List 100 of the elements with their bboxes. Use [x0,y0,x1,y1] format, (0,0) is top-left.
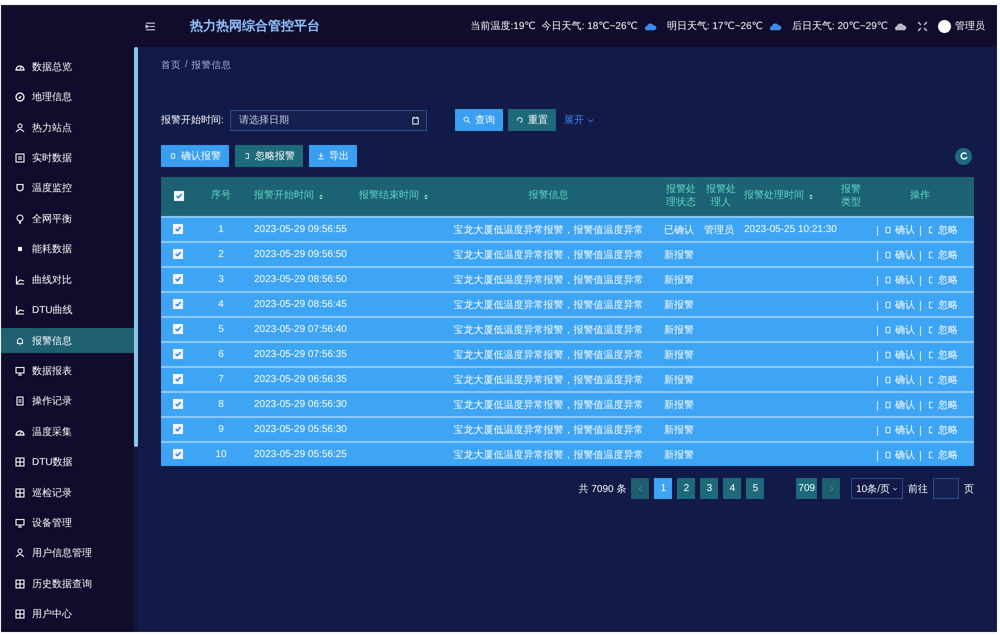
clipboard-icon [884,450,892,458]
table-cell: 3 [218,274,224,285]
table-cell: 8 [218,399,224,410]
checkbox[interactable] [173,424,183,434]
checkbox[interactable] [173,224,183,234]
reset-button[interactable]: 重置 [508,109,556,131]
page-size-select[interactable]: 10条/页 [851,478,903,499]
column-header: 序号 [211,190,231,203]
sidebar-item[interactable]: 实时数据 [1,145,134,171]
table-cell: 2023-05-29 05:56:30 [254,424,347,435]
compass-icon [15,92,25,102]
sort-icon[interactable] [318,192,324,200]
avatar[interactable] [938,20,951,32]
action-button[interactable]: 忽略报警 [235,145,303,167]
checkbox[interactable] [173,274,183,284]
prev-page-button[interactable] [631,478,650,499]
refresh-button[interactable] [955,148,972,164]
page-button[interactable]: 2 [677,478,696,499]
clipboard-icon [169,152,177,160]
checkbox[interactable] [173,449,183,460]
bracket-icon [927,376,935,384]
total-count: 共 7090 条 [578,482,626,496]
sidebar-item[interactable]: 巡检记录 [1,480,134,506]
table-cell: 2023-05-29 08:56:50 [254,274,347,285]
expand-link[interactable]: 展开 [564,113,594,127]
sidebar-item[interactable]: 历史数据查询 [1,571,134,597]
table-cell: 新报警 [664,400,694,410]
sidebar-item[interactable]: 温度监控 [1,176,134,202]
sidebar-item[interactable]: 设备管理 [1,510,134,536]
table-cell: 管理员 [704,224,734,236]
sidebar-item[interactable]: 用户中心 [1,602,134,628]
column-header: 报警信息 [528,190,568,203]
table-cell: 宝龙大厦低温度异常报警，报警值温度异常 [454,424,644,436]
table-cell: 宝龙大厦低温度异常报警，报警值温度异常 [454,224,644,236]
table-cell: 2023-05-29 06:56:30 [254,399,347,410]
weather-forecast: 明日天气: 17℃~26℃ [666,20,763,33]
page-button[interactable]: 3 [700,478,718,499]
weather-forecast: 今日天气: 18℃~26℃ [542,20,638,33]
bracket-icon [927,350,935,358]
sidebar-item[interactable]: 数据报表 [1,358,134,384]
breadcrumb-separator: / [185,59,188,72]
sidebar-item[interactable]: 能耗数据 [1,236,134,262]
line-chart-icon [15,274,25,285]
page-button[interactable]: 709 [796,478,818,499]
clipboard-icon [884,250,892,258]
checkbox[interactable] [173,374,183,384]
table-cell: 2023-05-29 06:56:35 [254,374,347,385]
shield-icon [15,183,25,194]
breadcrumb-item[interactable]: 首页 [161,59,181,72]
checkbox[interactable] [173,299,183,310]
goto-label: 前往 [908,482,928,496]
checkbox[interactable] [173,324,183,334]
search-icon [462,116,471,124]
person-icon [15,122,25,133]
menu-icon[interactable] [145,20,156,32]
filter-label: 报警开始时间: [161,114,224,127]
sidebar-item[interactable]: 温度采集 [1,419,134,444]
table-cell: 7 [218,374,224,385]
column-header: 报警类型 [840,184,862,209]
fullscreen-icon[interactable] [917,20,928,32]
sidebar-item[interactable]: 地理信息 [1,84,134,110]
column-header: 操作 [910,190,930,203]
sort-icon[interactable] [808,192,814,200]
sidebar-item[interactable]: DTU曲线 [1,297,134,323]
table-cell: 2023-05-29 09:56:55 [254,224,347,235]
next-page-button[interactable] [822,478,840,499]
sidebar-item[interactable]: 操作记录 [1,388,134,414]
sidebar-item[interactable]: DTU数据 [1,449,134,475]
monitor-icon [15,366,25,376]
date-field[interactable]: 请选择日期 [230,110,427,130]
sidebar-item[interactable]: 全网平衡 [1,206,134,232]
sidebar-item[interactable]: 曲线对比 [1,266,134,292]
sidebar-item[interactable]: 热力站点 [1,114,134,140]
bracket-icon [927,400,935,408]
checkbox[interactable] [174,190,184,201]
sidebar-item[interactable]: 报警信息 [1,328,134,354]
refresh-icon [516,116,524,124]
grid-icon [15,609,25,620]
checkbox[interactable] [173,349,183,360]
scrollbar-thumb[interactable] [134,47,138,447]
column-header: 报警处理状态 [665,184,697,209]
checkbox[interactable] [173,249,183,260]
clipboard-icon [884,350,892,358]
grid-icon [15,488,25,498]
bracket-icon [927,276,935,284]
table-cell: 2023-05-29 08:56:45 [254,299,347,310]
table-cell: 2023-05-29 05:56:25 [254,449,347,460]
page-button[interactable]: 4 [723,478,742,499]
user-name[interactable]: 管理员 [955,19,985,33]
chevron-down-icon [892,486,898,492]
bracket-icon [927,326,935,334]
checkbox[interactable] [173,399,183,410]
page-input[interactable] [933,478,959,499]
bracket-icon [243,152,251,160]
calendar-icon [410,116,420,124]
column-header[interactable]: 报警开始时间 [254,190,314,203]
sidebar-item[interactable]: 用户信息管理 [1,540,134,566]
page-button[interactable]: 5 [746,478,764,499]
sort-icon[interactable] [423,192,429,200]
sidebar-item[interactable]: 数据总览 [1,54,134,80]
